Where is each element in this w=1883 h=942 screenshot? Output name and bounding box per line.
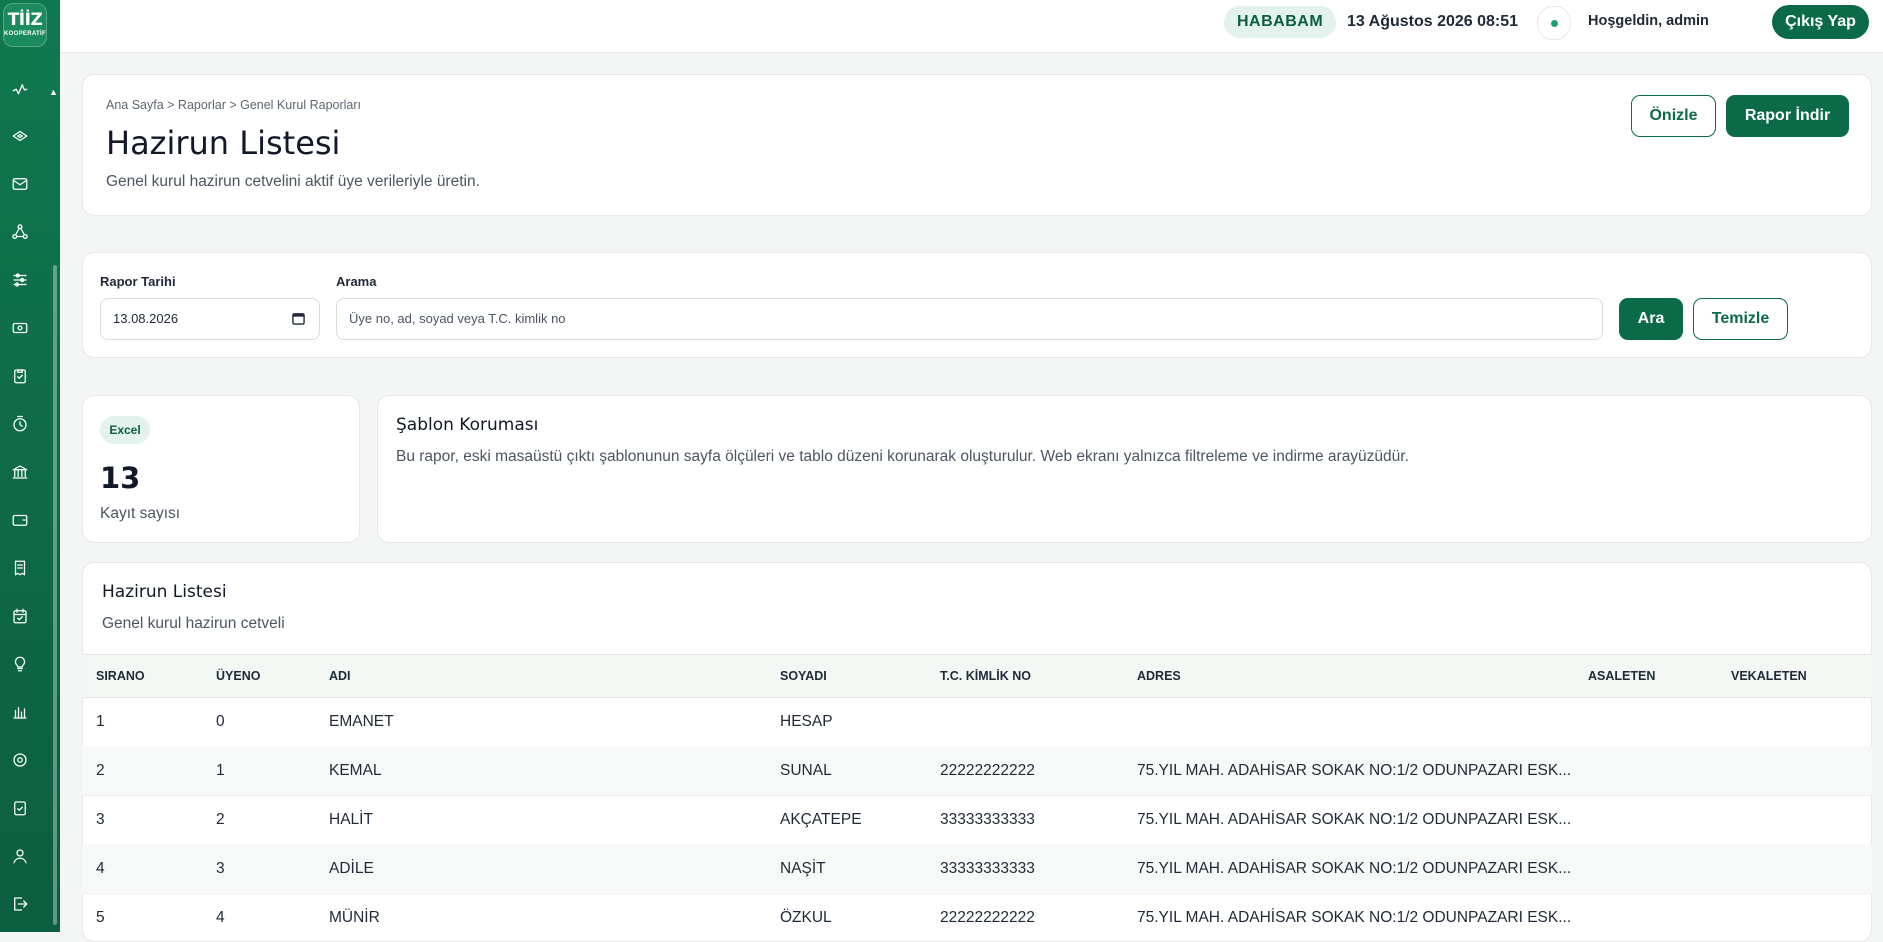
table-title: Hazirun Listesi — [102, 582, 227, 602]
network-icon[interactable] — [10, 222, 30, 242]
sidebar-scrollbar[interactable] — [53, 265, 57, 925]
app-logo[interactable]: TİİZ KOOPERATİF — [3, 3, 47, 47]
cell-sirano: 2 — [96, 762, 105, 779]
logout-icon[interactable] — [10, 894, 30, 914]
table-header: SIRANO ÜYENO ADI SOYADI T.C. KİMLİK NO A… — [82, 654, 1872, 698]
page-header-card — [82, 74, 1872, 216]
search-button[interactable]: Ara — [1619, 298, 1683, 340]
cell-adi: ADİLE — [329, 860, 374, 877]
cell-adi: EMANET — [329, 713, 394, 730]
cell-soyadi: HESAP — [780, 713, 833, 730]
logo-subtext: KOOPERATİF — [4, 31, 46, 37]
welcome-text: Hoşgeldin, admin — [1588, 13, 1709, 29]
organization-badge: HABABAM — [1224, 6, 1337, 38]
cell-adres: 75.YIL MAH. ADAHİSAR SOKAK NO:1/2 ODUNPA… — [1137, 762, 1572, 779]
search-input[interactable]: Üye no, ad, soyad veya T.C. kimlik no — [336, 298, 1603, 340]
collapse-caret-icon[interactable]: ▲ — [49, 87, 58, 97]
col-tc-kimlik-no[interactable]: T.C. KİMLİK NO — [940, 669, 1031, 683]
calendar-check-icon[interactable] — [10, 606, 30, 626]
col-adi[interactable]: ADI — [329, 669, 351, 683]
cell-soyadi: NAŞİT — [780, 860, 826, 877]
search-label: Arama — [336, 274, 377, 289]
receipt-icon[interactable] — [10, 558, 30, 578]
cell-uyeno: 0 — [216, 713, 225, 730]
cell-uyeno: 2 — [216, 811, 225, 828]
report-date-value: 13.08.2026 — [113, 311, 179, 326]
lightbulb-icon[interactable] — [10, 654, 30, 674]
template-protection-card — [377, 395, 1872, 543]
current-datetime: 13 Ağustos 2026 08:51 — [1347, 13, 1519, 30]
record-count: 13 — [100, 461, 141, 495]
cell-sirano: 5 — [96, 909, 105, 926]
cell-adres: 75.YIL MAH. ADAHİSAR SOKAK NO:1/2 ODUNPA… — [1137, 909, 1572, 926]
cell-tc: 22222222222 — [940, 762, 1035, 779]
table-subtitle: Genel kurul hazirun cetveli — [102, 615, 285, 632]
settings-icon[interactable] — [10, 750, 30, 770]
activity-icon[interactable] — [10, 80, 30, 100]
cell-uyeno: 4 — [216, 909, 225, 926]
preview-button[interactable]: Önizle — [1631, 95, 1716, 137]
status-indicator[interactable] — [1537, 6, 1571, 40]
cell-tc: 22222222222 — [940, 909, 1035, 926]
table-row[interactable]: 5 4 MÜNİR ÖZKUL 22222222222 75.YIL MAH. … — [82, 893, 1872, 932]
download-report-button[interactable]: Rapor İndir — [1726, 95, 1849, 137]
cell-sirano: 4 — [96, 860, 105, 877]
calendar-icon[interactable] — [292, 312, 305, 325]
col-vekaleten[interactable]: VEKALETEN — [1731, 669, 1807, 683]
record-count-label: Kayıt sayısı — [100, 505, 181, 522]
cell-sirano: 3 — [96, 811, 105, 828]
cell-uyeno: 3 — [216, 860, 225, 877]
excel-badge: Excel — [100, 416, 150, 444]
table-row[interactable]: 3 2 HALİT AKÇATEPE 33333333333 75.YIL MA… — [82, 795, 1872, 845]
cell-tc: 33333333333 — [940, 811, 1035, 828]
col-sirano[interactable]: SIRANO — [96, 669, 145, 683]
clipboard-icon[interactable] — [10, 798, 30, 818]
cell-sirano: 1 — [96, 713, 105, 730]
cell-adi: HALİT — [329, 811, 373, 828]
timer-icon[interactable] — [10, 414, 30, 434]
page-title: Hazirun Listesi — [106, 124, 341, 162]
col-uyeno[interactable]: ÜYENO — [216, 669, 260, 683]
cell-uyeno: 1 — [216, 762, 225, 779]
cell-soyadi: ÖZKUL — [780, 909, 832, 926]
col-adres[interactable]: ADRES — [1137, 669, 1181, 683]
report-date-label: Rapor Tarihi — [100, 274, 176, 289]
template-text: Bu rapor, eski masaüstü çıktı şablonunun… — [396, 448, 1409, 465]
clear-button[interactable]: Temizle — [1693, 298, 1788, 340]
bank-icon[interactable] — [10, 462, 30, 482]
col-asaleten[interactable]: ASALETEN — [1588, 669, 1655, 683]
wallet-icon[interactable] — [10, 510, 30, 530]
logo-text: TİİZ — [7, 10, 43, 30]
mail-icon[interactable] — [10, 174, 30, 194]
layers-icon[interactable] — [10, 126, 30, 146]
sidebar: TİİZ KOOPERATİF ▲ — [0, 0, 60, 932]
table-row[interactable]: 1 0 EMANET HESAP — [82, 697, 1872, 747]
cell-adi: KEMAL — [329, 762, 382, 779]
col-soyadi[interactable]: SOYADI — [780, 669, 827, 683]
cell-adres: 75.YIL MAH. ADAHİSAR SOKAK NO:1/2 ODUNPA… — [1137, 811, 1572, 828]
cell-soyadi: SUNAL — [780, 762, 832, 779]
cell-adres: 75.YIL MAH. ADAHİSAR SOKAK NO:1/2 ODUNPA… — [1137, 860, 1572, 877]
table-row[interactable]: 2 1 KEMAL SUNAL 22222222222 75.YIL MAH. … — [82, 746, 1872, 796]
report-date-input[interactable]: 13.08.2026 — [100, 298, 320, 340]
table-row[interactable]: 4 3 ADİLE NAŞİT 33333333333 75.YIL MAH. … — [82, 844, 1872, 894]
cash-icon[interactable] — [10, 318, 30, 338]
status-dot-icon — [1551, 20, 1558, 27]
template-title: Şablon Koruması — [396, 415, 539, 435]
breadcrumb: Ana Sayfa > Raporlar > Genel Kurul Rapor… — [106, 98, 361, 112]
cell-adi: MÜNİR — [329, 909, 380, 926]
cell-tc: 33333333333 — [940, 860, 1035, 877]
bar-chart-icon[interactable] — [10, 702, 30, 722]
sliders-icon[interactable] — [10, 270, 30, 290]
cell-soyadi: AKÇATEPE — [780, 811, 862, 828]
page-subtitle: Genel kurul hazirun cetvelini aktif üye … — [106, 173, 480, 190]
user-icon[interactable] — [10, 846, 30, 866]
clipboard-check-icon[interactable] — [10, 366, 30, 386]
logout-button[interactable]: Çıkış Yap — [1772, 5, 1869, 39]
